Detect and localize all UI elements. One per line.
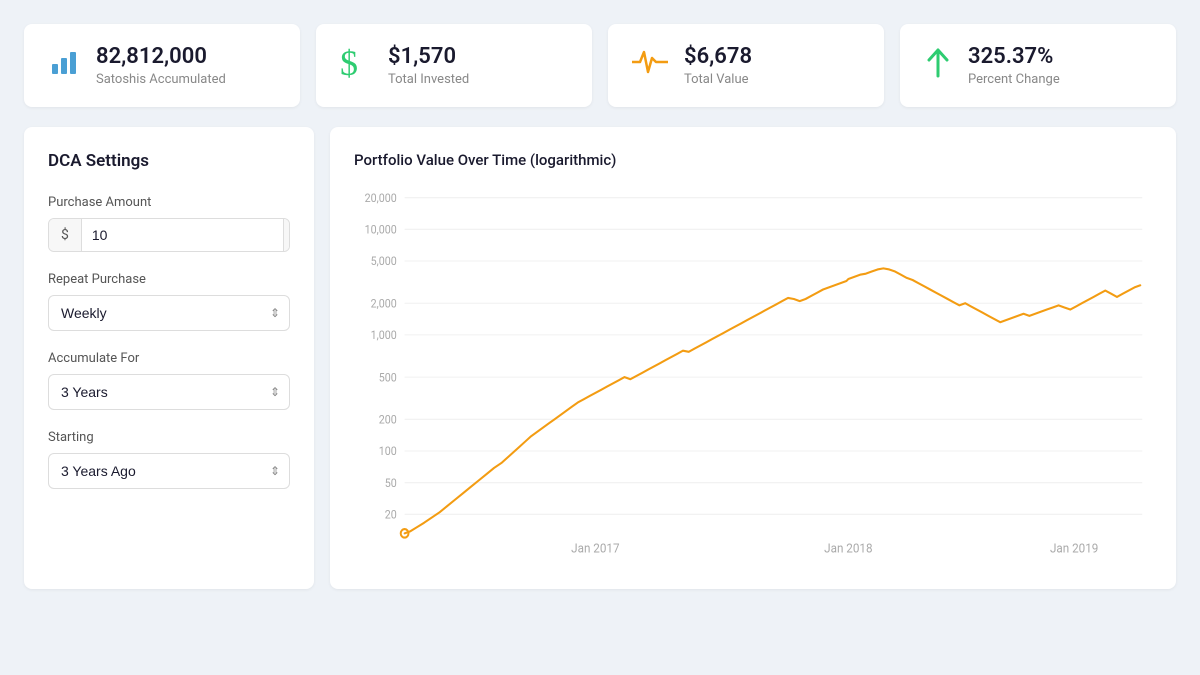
total-value-card: $6,678 Total Value <box>608 24 884 107</box>
accumulate-group: Accumulate For 1 Year 2 Years 3 Years 5 … <box>48 351 290 410</box>
percent-label: Percent Change <box>968 72 1060 87</box>
svg-text:Jan 2017: Jan 2017 <box>571 541 620 556</box>
chart-title: Portfolio Value Over Time (logarithmic) <box>354 151 1152 169</box>
svg-text:100: 100 <box>379 445 397 459</box>
starting-label: Starting <box>48 430 290 445</box>
svg-text:Jan 2019: Jan 2019 <box>1050 541 1099 556</box>
svg-text:500: 500 <box>379 371 397 385</box>
repeat-purchase-label: Repeat Purchase <box>48 272 290 287</box>
purchase-amount-input-row: $ .00 <box>48 218 290 252</box>
repeat-select[interactable]: Weekly Daily Monthly <box>48 295 290 331</box>
dollar-icon: $ <box>340 45 372 86</box>
satoshis-value: 82,812,000 <box>96 44 226 70</box>
purchase-amount-label: Purchase Amount <box>48 195 290 210</box>
purchase-amount-group: Purchase Amount $ .00 <box>48 195 290 252</box>
satoshis-label: Satoshis Accumulated <box>96 72 226 87</box>
arrow-up-icon <box>924 44 952 87</box>
svg-text:10,000: 10,000 <box>365 224 397 238</box>
chart-area: 20,000 10,000 5,000 2,000 1,000 500 200 … <box>354 185 1152 565</box>
percent-value: 325.37% <box>968 44 1060 70</box>
invested-label: Total Invested <box>388 72 469 87</box>
svg-text:2,000: 2,000 <box>371 297 397 311</box>
total-value-label: Total Value <box>684 72 752 87</box>
portfolio-chart: 20,000 10,000 5,000 2,000 1,000 500 200 … <box>354 185 1152 565</box>
svg-text:$: $ <box>340 45 358 81</box>
settings-title: DCA Settings <box>48 151 290 171</box>
svg-text:Jan 2018: Jan 2018 <box>824 541 873 556</box>
dollar-prefix: $ <box>49 219 82 251</box>
starting-select[interactable]: 1 Year Ago 2 Years Ago 3 Years Ago 5 Yea… <box>48 453 290 489</box>
svg-text:200: 200 <box>379 414 397 428</box>
accumulate-label: Accumulate For <box>48 351 290 366</box>
invested-card: $ $1,570 Total Invested <box>316 24 592 107</box>
invested-value: $1,570 <box>388 44 469 70</box>
starting-select-wrapper: 1 Year Ago 2 Years Ago 3 Years Ago 5 Yea… <box>48 453 290 489</box>
repeat-select-wrapper: Weekly Daily Monthly ⇕ <box>48 295 290 331</box>
purchase-amount-input[interactable] <box>82 219 283 251</box>
bar-chart-icon <box>48 46 80 85</box>
bottom-section: DCA Settings Purchase Amount $ .00 Repea… <box>24 127 1176 589</box>
svg-text:20,000: 20,000 <box>365 192 397 206</box>
settings-panel: DCA Settings Purchase Amount $ .00 Repea… <box>24 127 314 589</box>
cents-suffix: .00 <box>283 219 290 251</box>
repeat-purchase-group: Repeat Purchase Weekly Daily Monthly ⇕ <box>48 272 290 331</box>
stats-cards: 82,812,000 Satoshis Accumulated $ $1,570… <box>24 24 1176 107</box>
svg-text:5,000: 5,000 <box>371 255 397 269</box>
svg-text:50: 50 <box>385 477 397 491</box>
chart-panel: Portfolio Value Over Time (logarithmic) … <box>330 127 1176 589</box>
pulse-icon <box>632 48 668 83</box>
satoshis-card: 82,812,000 Satoshis Accumulated <box>24 24 300 107</box>
svg-text:1,000: 1,000 <box>371 329 397 343</box>
accumulate-select-wrapper: 1 Year 2 Years 3 Years 5 Years 10 Years … <box>48 374 290 410</box>
percent-card: 325.37% Percent Change <box>900 24 1176 107</box>
total-value-value: $6,678 <box>684 44 752 70</box>
svg-text:20: 20 <box>385 509 397 523</box>
starting-group: Starting 1 Year Ago 2 Years Ago 3 Years … <box>48 430 290 489</box>
accumulate-select[interactable]: 1 Year 2 Years 3 Years 5 Years 10 Years <box>48 374 290 410</box>
